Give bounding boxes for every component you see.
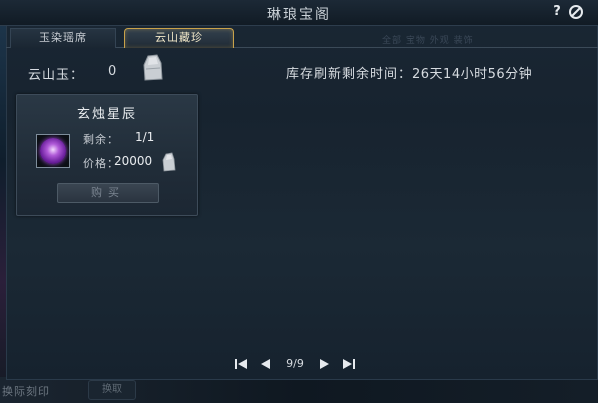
item-icon-frame[interactable] bbox=[36, 134, 70, 168]
background-bottom-text: 换际刻印 bbox=[2, 385, 50, 398]
last-page-icon[interactable] bbox=[342, 357, 356, 371]
page-indicator: 9/9 bbox=[286, 357, 304, 370]
title-bar: 琳琅宝阁 ? bbox=[0, 0, 598, 26]
buy-button[interactable]: 购买 bbox=[57, 183, 159, 203]
window-title: 琳琅宝阁 bbox=[267, 7, 331, 23]
refresh-timer: 库存刷新剩余时间：26天14小时56分钟 bbox=[286, 63, 532, 82]
tab-yunshancangzhen[interactable]: 云山藏珍 bbox=[124, 28, 234, 48]
refresh-value: 26天14小时56分钟 bbox=[412, 67, 533, 82]
prev-page-icon[interactable] bbox=[258, 357, 272, 371]
price-value: 20000 bbox=[114, 154, 153, 168]
first-page-icon[interactable] bbox=[234, 357, 248, 371]
jade-token-icon bbox=[162, 152, 176, 172]
currency-label: 云山玉： bbox=[28, 68, 85, 83]
help-icon[interactable]: ? bbox=[550, 4, 564, 20]
remaining-value: 1/1 bbox=[135, 130, 155, 144]
remaining-label: 剩余： bbox=[83, 133, 119, 146]
next-page-icon[interactable] bbox=[318, 357, 332, 371]
item-card: 玄烛星辰 剩余： 1/1 价格： 20000 购买 bbox=[16, 94, 198, 216]
refresh-label: 库存刷新剩余时间： bbox=[286, 67, 413, 82]
background-bottom-bar: 换际刻印 换取 bbox=[0, 377, 598, 403]
purple-orb-icon bbox=[40, 138, 66, 164]
tab-bar: 玉染瑶席 云山藏珍 全部 宝物 外观 装饰 bbox=[6, 28, 598, 48]
item-name: 玄烛星辰 bbox=[76, 107, 137, 122]
background-bottom-button: 换取 bbox=[88, 380, 136, 400]
close-icon[interactable] bbox=[568, 4, 584, 20]
jade-token-icon bbox=[143, 54, 163, 81]
pagination: 9/9 bbox=[230, 354, 360, 374]
background-ghost-text: 全部 宝物 外观 装饰 bbox=[382, 36, 474, 46]
currency-value: 0 bbox=[108, 64, 117, 79]
tab-yuranyaoxi[interactable]: 玉染瑶席 bbox=[10, 28, 116, 48]
